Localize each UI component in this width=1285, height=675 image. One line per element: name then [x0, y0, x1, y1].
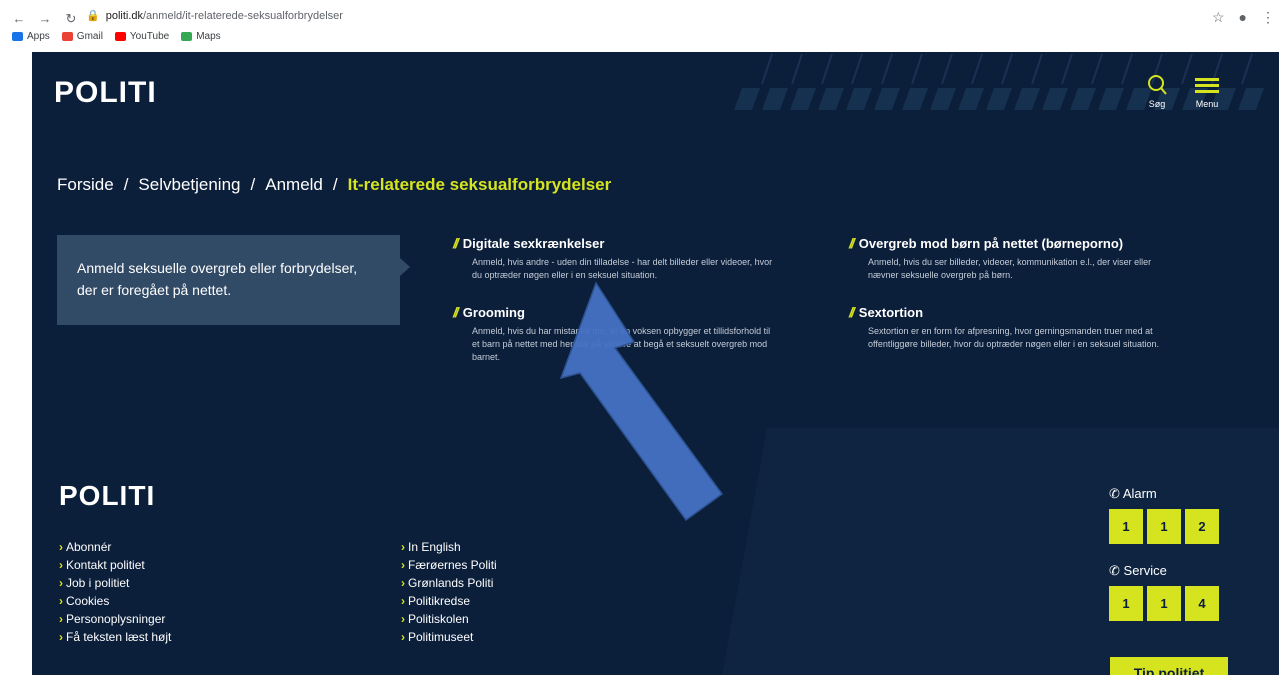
browser-nav: ← → ↻ [12, 11, 78, 27]
service-label: ✆ Service [1109, 563, 1167, 578]
footer-link[interactable]: › Politimuseet [401, 630, 497, 645]
digit[interactable]: 4 [1185, 586, 1219, 621]
phone-icon: ✆ [1109, 486, 1120, 501]
menu-button[interactable]: Menu [1192, 76, 1222, 109]
footer-link[interactable]: › Færøernes Politi [401, 558, 497, 573]
digit[interactable]: 1 [1109, 509, 1143, 544]
address-bar[interactable]: 🔒 politi.dk/anmeld/it-relaterede-seksual… [86, 9, 343, 23]
profile-icon[interactable]: ● [1239, 9, 1247, 26]
breadcrumb-separator: / [250, 175, 256, 194]
reload-icon[interactable]: ↻ [64, 11, 78, 27]
footer-link[interactable]: › Personoplysninger [59, 612, 171, 627]
card-digitale-sexkraenkelser[interactable]: //Digitale sexkrænkelser Anmeld, hvis an… [453, 235, 773, 282]
breadcrumb: Forside / Selvbetjening / Anmeld / It-re… [57, 175, 611, 195]
card-title[interactable]: //Digitale sexkrænkelser [453, 235, 773, 251]
more-icon[interactable]: ⋮ [1261, 9, 1275, 26]
hamburger-icon [1195, 78, 1219, 93]
maps-icon [181, 32, 193, 41]
breadcrumb-separator: / [123, 175, 129, 194]
gmail-icon [61, 32, 73, 41]
bookmark-youtube[interactable]: YouTube [114, 31, 169, 42]
bookmark-apps[interactable]: Apps [12, 31, 50, 42]
digit[interactable]: 1 [1147, 509, 1181, 544]
footer-links-left: › Abonnér › Kontakt politiet › Job i politi… [59, 540, 171, 645]
back-icon[interactable]: ← [12, 11, 26, 27]
menu-label: Menu [1195, 99, 1219, 109]
intro-box: Anmeld seksuelle overgreb eller forbryde… [57, 235, 410, 325]
footer-logo[interactable]: POLITI [59, 480, 155, 512]
footer-link[interactable]: › Job i politiet [59, 576, 171, 591]
search-label: Søg [1148, 99, 1166, 109]
lock-icon: 🔒 [86, 10, 100, 22]
footer-link[interactable]: › Grønlands Politi [401, 576, 497, 591]
card-title[interactable]: //Overgreb mod børn på nettet (børneporn… [849, 235, 1169, 251]
browser-chrome: ← → ↻ 🔒 politi.dk/anmeld/it-relaterede-s… [0, 0, 1285, 52]
tip-politiet-button[interactable]: Tip politiet [1110, 657, 1228, 675]
digit[interactable]: 1 [1109, 586, 1143, 621]
slash-mark-icon: // [453, 235, 459, 251]
url-path: /anmeld/it-relaterede-seksualforbrydelse… [143, 9, 343, 22]
breadcrumb-current: It-relaterede seksualforbrydelser [347, 175, 612, 194]
forward-icon[interactable]: → [38, 11, 52, 27]
card-description: Sextortion er en form for afpresning, hv… [868, 326, 1160, 349]
breadcrumb-item[interactable]: Forside [57, 175, 114, 195]
service-number[interactable]: 1 1 4 [1109, 586, 1219, 621]
bookmark-gmail[interactable]: Gmail [61, 31, 103, 42]
phone-icon: ✆ [1109, 563, 1120, 578]
alarm-label: ✆ Alarm [1109, 486, 1157, 501]
url-domain: politi.dk [105, 9, 143, 22]
footer-link[interactable]: › Få teksten læst højt [59, 630, 171, 645]
footer-link[interactable]: › Abonnér [59, 540, 171, 555]
slash-mark-icon: // [849, 235, 855, 251]
star-icon[interactable]: ☆ [1212, 9, 1225, 26]
bookmark-maps[interactable]: Maps [181, 31, 221, 42]
youtube-icon [114, 32, 126, 41]
card-description: Anmeld, hvis du har mistanke om, at en v… [472, 326, 771, 362]
breadcrumb-separator: / [332, 175, 338, 194]
footer-link[interactable]: › In English [401, 540, 497, 555]
card-sextortion[interactable]: //Sextortion Sextortion er en form for a… [849, 304, 1169, 351]
footer-links-right: › In English › Færøernes Politi › Grønlands… [401, 540, 497, 645]
digit[interactable]: 2 [1185, 509, 1219, 544]
card-overgreb-mod-boern[interactable]: //Overgreb mod børn på nettet (børneporn… [849, 235, 1169, 282]
search-icon [1148, 75, 1167, 95]
search-button[interactable]: Søg [1142, 74, 1172, 109]
card-description: Anmeld, hvis du ser billeder, videoer, k… [868, 257, 1152, 280]
slash-mark-icon: // [453, 304, 459, 320]
card-description: Anmeld, hvis andre - uden din tilladelse… [472, 257, 773, 280]
politi-logo[interactable]: POLITI [54, 76, 157, 110]
footer-link[interactable]: › Politiskolen [401, 612, 497, 627]
alarm-number[interactable]: 1 1 2 [1109, 509, 1219, 544]
digit[interactable]: 1 [1147, 586, 1181, 621]
page-content: POLITI Søg Menu Forside / Selvbetjening … [32, 52, 1279, 675]
breadcrumb-item[interactable]: Selvbetjening [138, 175, 240, 195]
card-title[interactable]: //Sextortion [849, 304, 1169, 320]
card-grooming[interactable]: //Grooming Anmeld, hvis du har mistanke … [453, 304, 773, 364]
apps-icon [12, 32, 23, 41]
slash-mark-icon: // [849, 304, 855, 320]
footer-link[interactable]: › Kontakt politiet [59, 558, 171, 573]
footer-link[interactable]: › Cookies [59, 594, 171, 609]
breadcrumb-item[interactable]: Anmeld [265, 175, 323, 195]
bookmarks-bar: Apps Gmail YouTube Maps [12, 31, 221, 42]
card-title[interactable]: //Grooming [453, 304, 773, 320]
browser-actions: ☆ ● ⋮ [1212, 9, 1275, 26]
footer-link[interactable]: › Politikredse [401, 594, 497, 609]
